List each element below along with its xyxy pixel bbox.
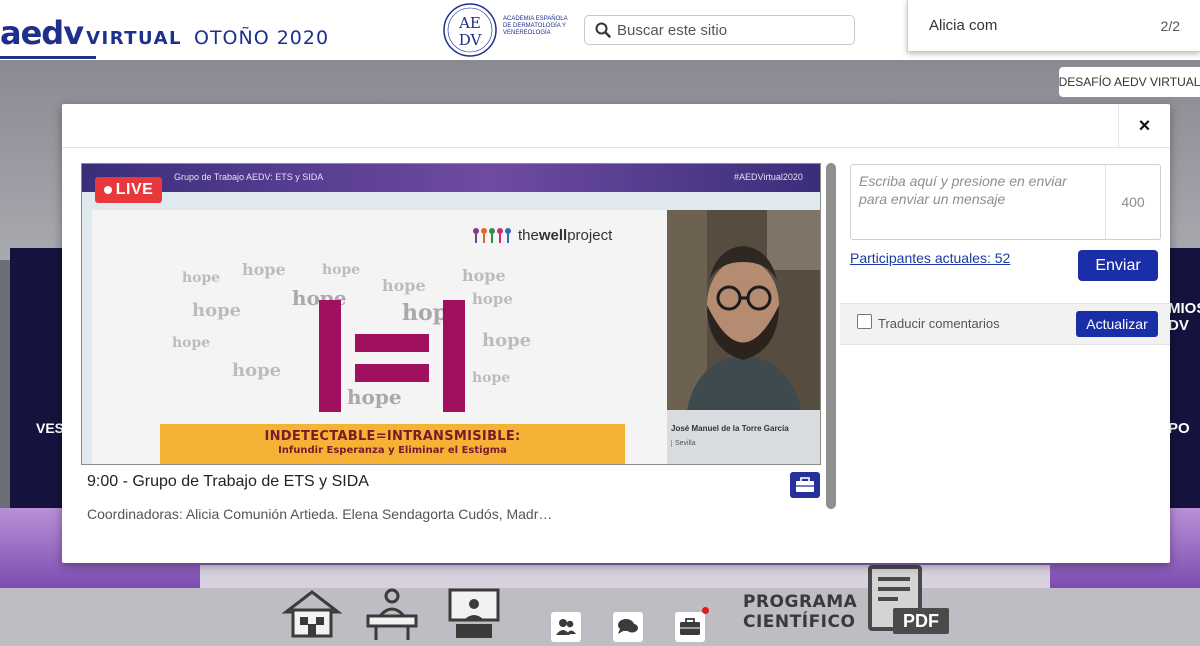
slide-title-bar: INDETECTABLE=INTRANSMISIBLE: Infundir Es… <box>160 424 625 464</box>
translate-comments-row: Traducir comentarios Actualizar <box>840 303 1170 345</box>
video-session-label: Grupo de Trabajo AEDV: ETS y SIDA <box>174 172 324 182</box>
update-button[interactable]: Actualizar <box>1076 311 1158 337</box>
pdf-badge[interactable]: PDF <box>893 608 949 634</box>
chat-icon <box>618 619 638 634</box>
hope-word: hope <box>482 330 532 351</box>
add-to-briefcase-button[interactable] <box>790 472 820 498</box>
equal-sign-graphic <box>319 300 465 412</box>
svg-text:DV: DV <box>459 31 483 49</box>
slide-title: INDETECTABLE=INTRANSMISIBLE: <box>264 429 521 444</box>
search-icon <box>595 22 611 38</box>
session-title: 9:00 - Grupo de Trabajo de ETS y SIDA <box>87 473 369 490</box>
desafio-tab[interactable]: DESAFÍO AEDV VIRTUAL <box>1059 67 1200 97</box>
brand-underline <box>0 56 96 59</box>
venue-panel-left <box>10 248 62 508</box>
session-coordinators: Coordinadoras: Alicia Comunión Artieda. … <box>87 506 553 522</box>
venue-panel-right <box>1170 248 1200 508</box>
live-session-modal: × Grupo de Trabajo AEDV: ETS y SIDA #AED… <box>62 104 1170 563</box>
modal-header: × <box>62 104 1170 148</box>
programa-cientifico-link[interactable]: PROGRAMA CIENTÍFICO <box>743 592 857 632</box>
venue-right-text-bottom: PO <box>1168 420 1190 437</box>
chat-message-input[interactable] <box>851 165 1106 239</box>
speaker-caption: José Manuel de la Torre García Sevilla <box>667 410 820 464</box>
hope-word: hope <box>232 360 282 381</box>
logo-text-tail: project <box>567 226 613 244</box>
search-box[interactable]: Buscar este sitio <box>584 15 855 45</box>
speaker-webcam <box>667 210 820 410</box>
brand-virtual-text: VIRTUAL <box>86 28 182 49</box>
brand-season-text: OTOÑO 2020 <box>193 27 330 49</box>
translate-label: Traducir comentarios <box>878 316 1000 331</box>
live-badge: LIVE <box>95 177 162 203</box>
speaker-name: José Manuel de la Torre García <box>671 424 789 433</box>
presentation-icon[interactable] <box>446 586 502 642</box>
send-button[interactable]: Enviar <box>1078 250 1158 281</box>
home-icon[interactable] <box>282 588 342 640</box>
hope-word: hope <box>322 262 361 278</box>
find-match-count: 2/2 <box>1160 17 1180 34</box>
bottom-navigation <box>0 560 1200 646</box>
users-icon <box>556 619 576 635</box>
briefcase-icon <box>680 618 700 635</box>
speaker-portrait <box>667 210 820 410</box>
venue-right-text-top: MIOS DV <box>1168 300 1200 334</box>
academy-name: ACADEMIA ESPAÑOLA DE DERMATOLOGÍA Y VENE… <box>503 16 568 36</box>
video-player[interactable]: Grupo de Trabajo AEDV: ETS y SIDA #AEDVi… <box>81 163 821 465</box>
find-in-page-bar[interactable]: Alicia com 2/2 <box>907 0 1200 52</box>
venue-left-text: VES <box>36 420 65 436</box>
brand-main-text: aedv <box>0 14 84 52</box>
programa-line-1: PROGRAMA <box>743 592 858 612</box>
hope-word: hope <box>472 370 511 386</box>
wellproject-logo: thewellproject <box>472 226 612 244</box>
aedv-seal-icon[interactable]: AE DV <box>441 2 499 58</box>
briefcase-icon <box>796 477 814 492</box>
translate-checkbox[interactable] <box>857 314 872 329</box>
presentation-slide: thewellproject hope hope hope hope hope … <box>92 210 667 464</box>
slide-subtitle: Infundir Esperanza y Eliminar el Estigma <box>278 445 507 456</box>
reception-desk-icon[interactable] <box>364 586 420 642</box>
hope-word: hope <box>382 276 426 295</box>
scrollbar-thumb[interactable] <box>826 163 836 509</box>
speaker-city: Sevilla <box>671 440 696 447</box>
chat-button[interactable] <box>613 612 643 642</box>
hope-word: hope <box>462 266 506 285</box>
participants-button[interactable] <box>551 612 581 642</box>
close-button[interactable]: × <box>1118 104 1170 148</box>
participants-link[interactable]: Participantes actuales: 52 <box>850 250 1010 266</box>
brand-logo[interactable]: aedv VIRTUAL OTOÑO 2020 <box>0 14 329 52</box>
video-hashtag: #AEDVirtual2020 <box>734 172 803 182</box>
live-label: LIVE <box>115 181 154 198</box>
hope-word: hope <box>172 335 211 351</box>
notification-dot <box>702 607 709 614</box>
chat-compose-box: 400 <box>850 164 1161 240</box>
programa-line-2: CIENTÍFICO <box>743 612 856 632</box>
hope-word: hope <box>182 270 221 286</box>
briefcase-button[interactable] <box>675 612 705 642</box>
hope-word: hope <box>242 260 286 279</box>
find-query[interactable]: Alicia com <box>929 17 997 34</box>
search-input[interactable]: Buscar este sitio <box>617 22 727 39</box>
logo-text-bold: well <box>538 226 568 244</box>
logo-text-thin: the <box>518 226 539 244</box>
hope-word: hope <box>192 300 242 321</box>
video-scrollbar[interactable] <box>826 163 836 509</box>
live-dot-icon <box>103 186 112 194</box>
hope-word: hope <box>472 290 513 308</box>
char-counter: 400 <box>1121 194 1145 210</box>
svg-text:AE: AE <box>458 14 481 32</box>
people-icon <box>473 228 511 243</box>
